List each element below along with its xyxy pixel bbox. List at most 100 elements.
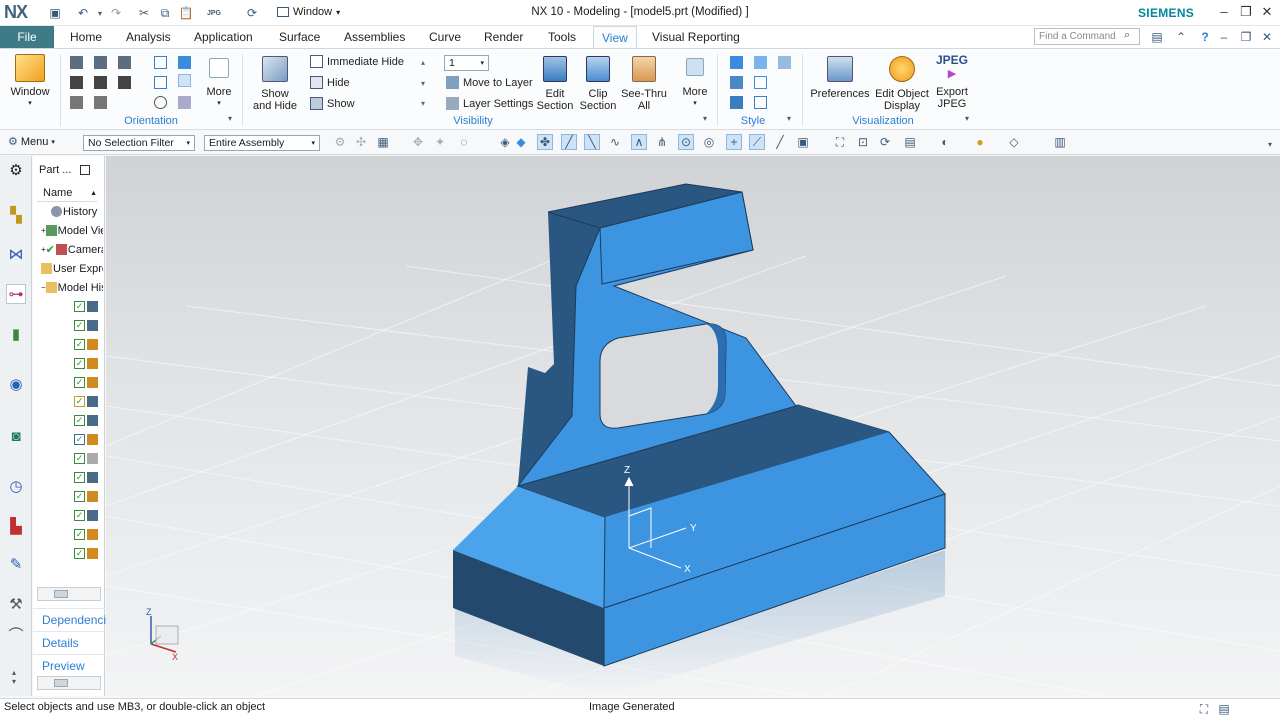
snap-intersection-icon[interactable]: ⋔ — [654, 134, 670, 150]
checkbox[interactable]: ✓ — [74, 491, 85, 502]
constraint-navigator-icon[interactable]: ⋈ — [6, 244, 26, 264]
checkbox[interactable]: ✓ — [74, 453, 85, 464]
fit-view-icon[interactable]: ⛶ — [832, 134, 848, 150]
edit-object-display-button[interactable]: Edit Object Display — [872, 56, 932, 112]
status-options-icon[interactable]: ▤ — [1216, 701, 1232, 717]
checkbox[interactable]: ✓ — [74, 301, 85, 312]
move-to-layer-button[interactable]: Move to Layer — [446, 76, 533, 89]
view-list-icon[interactable]: ▤ — [902, 134, 918, 150]
web-browser-icon[interactable]: ◙ — [6, 426, 26, 446]
snap-point-on-curve-icon[interactable]: ⟋ — [749, 134, 765, 150]
zoom-window-icon[interactable]: ⊡ — [855, 134, 871, 150]
maximize-pane-icon[interactable] — [80, 165, 90, 175]
zoom-area-icon[interactable] — [154, 76, 167, 89]
graphics-window[interactable]: Z Y X Z X — [106, 156, 1280, 696]
view-top-icon[interactable] — [70, 96, 83, 109]
cut-icon[interactable]: ✂ — [136, 5, 152, 21]
search-icon[interactable]: ⌕ — [1124, 29, 1130, 42]
checkbox[interactable]: ✓ — [74, 320, 85, 331]
horizontal-scrollbar[interactable] — [37, 587, 101, 601]
menu-button[interactable]: ⚙ Menu ▾ — [8, 135, 55, 149]
ribbon-options-icon[interactable]: ▤ — [1149, 29, 1165, 45]
select-all-icon[interactable]: ✥ — [410, 134, 426, 150]
show-button[interactable]: Show — [310, 97, 355, 110]
rotate-icon[interactable] — [154, 96, 167, 109]
hd3d-tools-icon[interactable]: ◉ — [6, 374, 26, 394]
tree-row-model-history[interactable]: −Model History — [41, 278, 103, 297]
restore-icon[interactable]: ❐ — [1236, 4, 1256, 22]
checkbox[interactable]: ✓ — [74, 548, 85, 559]
minimize-icon[interactable]: – — [1214, 4, 1234, 22]
snap-bounded-grid-icon[interactable]: ▣ — [795, 134, 811, 150]
scroll-thumb[interactable] — [54, 590, 68, 598]
toolbar-overflow-icon[interactable]: ▾ — [1268, 140, 1272, 149]
manufacturing-wizard-icon[interactable]: ⚒ — [6, 594, 26, 614]
visibility-more-button[interactable]: More ▾ — [678, 58, 712, 110]
snap-curve-icon[interactable]: ∿ — [607, 134, 623, 150]
checkbox[interactable]: ✓ — [74, 472, 85, 483]
system-materials-icon[interactable]: ▙ — [6, 516, 26, 536]
view-front-icon[interactable] — [94, 76, 107, 89]
group-dropdown-icon[interactable]: ▾ — [965, 114, 969, 123]
group-dropdown-icon[interactable]: ▾ — [703, 114, 707, 123]
jpeg-quick-icon[interactable]: JPG — [206, 5, 222, 21]
deselect-icon[interactable]: ✦ — [432, 134, 448, 150]
tab-render[interactable]: Render — [482, 26, 525, 48]
settings-icon[interactable]: ⚙ — [6, 160, 26, 180]
clip-section-button[interactable]: Clip Section — [577, 56, 619, 112]
tree-row-user-expressions[interactable]: User Expressions — [41, 259, 103, 278]
chevron-down-icon[interactable]: ▾ — [421, 79, 425, 88]
tab-visual-reporting[interactable]: Visual Reporting — [650, 26, 742, 48]
help-icon[interactable]: ? — [1197, 29, 1213, 45]
view-fit-icon[interactable] — [118, 56, 131, 69]
doc-close-icon[interactable]: ✕ — [1259, 29, 1275, 45]
reuse-library-icon[interactable]: ▮ — [6, 324, 26, 344]
snap-midpoint-icon[interactable]: ╱ — [561, 134, 577, 150]
snap-face-icon[interactable]: ╱ — [772, 134, 788, 150]
tab-surface[interactable]: Surface — [277, 26, 322, 48]
preferences-button[interactable]: Preferences — [810, 56, 870, 100]
window-button[interactable]: Window ▾ — [6, 54, 54, 110]
layer-settings-button[interactable]: Layer Settings — [446, 97, 533, 110]
assembly-navigator-icon[interactable]: ▚ — [6, 205, 26, 225]
tab-analysis[interactable]: Analysis — [124, 26, 173, 48]
slot-opening[interactable] — [599, 323, 727, 429]
snap-tangent-icon[interactable]: ∧ — [631, 134, 647, 150]
tree-row-model-views[interactable]: +Model Views — [41, 221, 103, 240]
show-and-hide-button[interactable]: Show and Hide — [248, 56, 302, 112]
checkbox[interactable]: ✓ — [74, 529, 85, 540]
tree-row-cameras[interactable]: +✔Cameras — [41, 240, 103, 259]
immediate-hide-button[interactable]: Immediate Hide — [310, 55, 404, 68]
rotate-view-icon[interactable]: ⟳ — [877, 134, 893, 150]
clipboard-icon[interactable]: ▥ — [1052, 134, 1068, 150]
tab-file[interactable]: File — [0, 26, 54, 48]
redo-icon[interactable]: ↷ — [108, 5, 124, 21]
group-dropdown-icon[interactable]: ▾ — [787, 114, 791, 123]
view-left-icon[interactable] — [70, 76, 83, 89]
roles-icon[interactable]: ⌒ — [6, 624, 26, 644]
snap-center-icon[interactable]: ⊙ — [678, 134, 694, 150]
studio-icon[interactable] — [778, 56, 791, 69]
pan-icon[interactable] — [178, 56, 191, 69]
group-dropdown-icon[interactable]: ▾ — [228, 114, 232, 123]
snap-control-icon[interactable]: ╲ — [584, 134, 600, 150]
select-feature-icon[interactable]: ◆ — [513, 134, 529, 150]
shaded-with-edges-icon[interactable] — [730, 56, 743, 69]
static-wireframe-icon[interactable] — [754, 96, 767, 109]
render-style-icon[interactable]: ◐ — [937, 134, 953, 150]
view-isometric-icon[interactable] — [94, 56, 107, 69]
checkbox[interactable]: ✓ — [74, 510, 85, 521]
view-triad-icon[interactable]: ◇ — [1006, 134, 1022, 150]
name-column-header[interactable]: Name ▲ — [37, 185, 97, 202]
orient-view-icon[interactable] — [178, 74, 191, 87]
tab-application[interactable]: Application — [192, 26, 255, 48]
tab-view[interactable]: View — [593, 26, 637, 48]
checkbox[interactable]: ✓ — [74, 396, 85, 407]
checkbox[interactable]: ✓ — [74, 415, 85, 426]
selection-filter-select[interactable]: No Selection Filter ▾ — [83, 135, 195, 151]
tab-tools[interactable]: Tools — [546, 26, 578, 48]
snap-existing-point-icon[interactable]: + — [726, 134, 742, 150]
full-screen-icon[interactable]: ⛶ — [1196, 701, 1212, 717]
history-icon[interactable]: ◷ — [6, 476, 26, 496]
checkbox[interactable]: ✓ — [74, 377, 85, 388]
